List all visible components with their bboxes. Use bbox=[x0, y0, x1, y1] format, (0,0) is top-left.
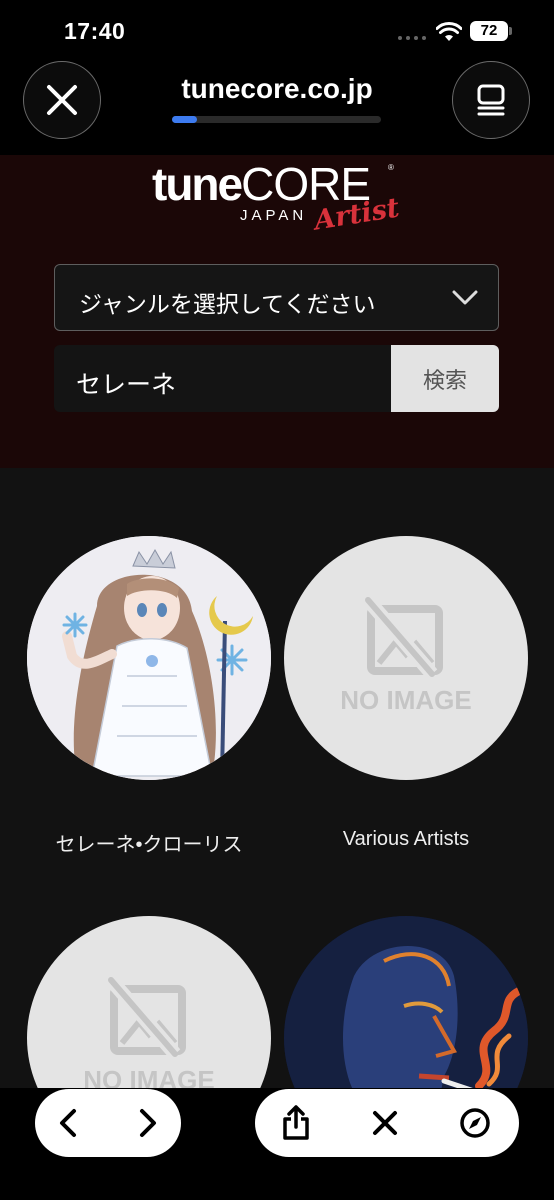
back-icon bbox=[60, 1109, 76, 1137]
tabs-button[interactable] bbox=[452, 61, 530, 139]
actions-pill bbox=[255, 1089, 519, 1157]
tunecore-logo[interactable]: tuneCORE ® JAPAN Artist bbox=[152, 157, 402, 247]
browser-toolbar bbox=[0, 1088, 554, 1200]
page-load-progress-fill bbox=[172, 116, 198, 123]
site-header: tuneCORE ® JAPAN Artist ジャンルを選択してください セレ… bbox=[0, 155, 554, 468]
artist-avatar bbox=[284, 916, 528, 1088]
share-button[interactable] bbox=[266, 1089, 326, 1157]
logo-wordmark-bold: tune bbox=[152, 158, 243, 210]
browser-header: tunecore.co.jp bbox=[0, 60, 554, 155]
search-button[interactable]: 検索 bbox=[391, 345, 499, 412]
search-input-value: セレーネ bbox=[76, 371, 177, 399]
artist-results: セレーネ•クローリス NO IMAGE Various Artists NO I… bbox=[0, 468, 554, 1088]
close-icon bbox=[47, 85, 77, 115]
artist-avatar: NO IMAGE bbox=[27, 916, 271, 1088]
no-image-text: NO IMAGE bbox=[340, 685, 471, 715]
wifi-icon bbox=[436, 22, 462, 41]
anime-illustration-image bbox=[27, 536, 271, 780]
no-image-icon: NO IMAGE bbox=[83, 975, 215, 1088]
navigation-pill bbox=[35, 1089, 181, 1157]
genre-select-label: ジャンルを選択してください bbox=[79, 291, 376, 317]
signal-icon bbox=[398, 36, 426, 42]
artist-name: セレーネ•クローリス bbox=[55, 834, 243, 856]
logo-subtitle: JAPAN bbox=[240, 207, 308, 224]
no-image-text: NO IMAGE bbox=[83, 1065, 214, 1088]
tabs-icon bbox=[477, 84, 505, 116]
open-in-browser-button[interactable] bbox=[445, 1089, 505, 1157]
no-image-icon: NO IMAGE bbox=[340, 595, 472, 715]
status-bar: 17:40 72 bbox=[0, 0, 554, 60]
forward-button[interactable] bbox=[118, 1089, 178, 1157]
artist-avatar bbox=[27, 536, 271, 780]
battery-icon bbox=[509, 27, 512, 35]
compass-icon bbox=[460, 1108, 490, 1138]
battery-level: 72 bbox=[470, 21, 508, 41]
logo-trademark: ® bbox=[388, 163, 394, 172]
page-load-progress bbox=[172, 116, 381, 123]
search-input[interactable]: セレーネ bbox=[54, 345, 391, 412]
forward-icon bbox=[140, 1109, 156, 1137]
close-tab-button[interactable] bbox=[355, 1089, 415, 1157]
url-label[interactable]: tunecore.co.jp bbox=[150, 73, 404, 105]
chevron-down-icon bbox=[452, 290, 478, 305]
status-time: 17:40 bbox=[64, 18, 126, 44]
genre-select[interactable]: ジャンルを選択してください bbox=[54, 264, 499, 331]
portrait-painting-image bbox=[284, 916, 528, 1088]
back-button[interactable] bbox=[38, 1089, 98, 1157]
share-icon bbox=[283, 1105, 309, 1140]
artist-name: Various Artists bbox=[342, 828, 470, 850]
close-browser-button[interactable] bbox=[23, 61, 101, 139]
artist-avatar: NO IMAGE bbox=[284, 536, 528, 780]
close-icon bbox=[373, 1111, 397, 1135]
